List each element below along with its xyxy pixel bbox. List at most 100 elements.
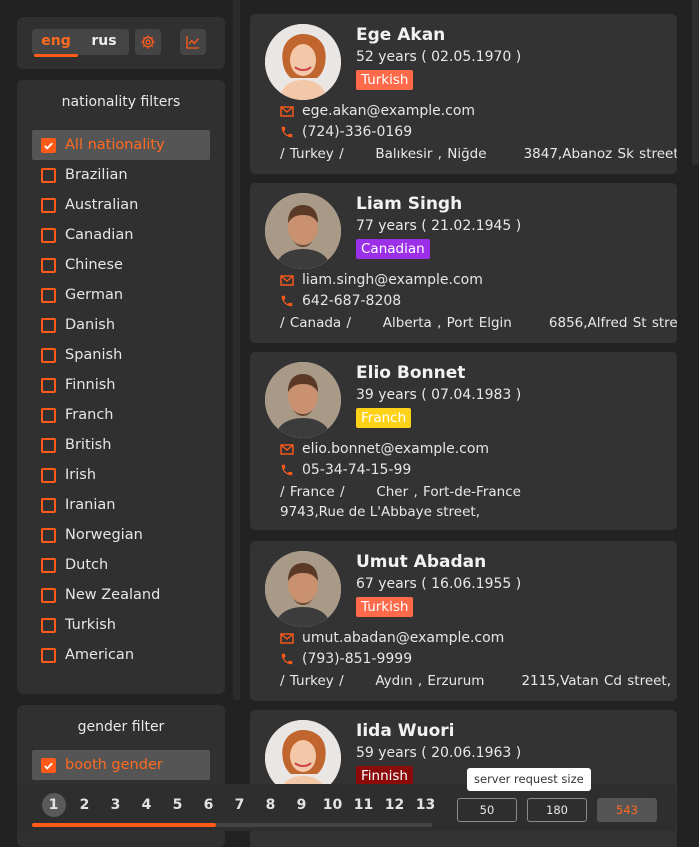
checkbox[interactable]	[41, 167, 56, 183]
lang-eng-button[interactable]: eng	[32, 29, 80, 57]
page-7-button[interactable]: 7	[224, 793, 255, 817]
nationality-badge: Canadian	[356, 239, 430, 259]
nationality-option[interactable]: Turkish	[32, 610, 210, 640]
nationality-option-label: Danish	[65, 317, 116, 333]
user-phone[interactable]: 642-687-8208	[280, 293, 401, 309]
user-phone[interactable]: (724)-336-0169	[280, 124, 412, 140]
page-2-button[interactable]: 2	[69, 793, 100, 817]
nationality-option[interactable]: Canadian	[32, 220, 210, 250]
user-phone[interactable]: (793)-851-9999	[280, 651, 412, 667]
checkbox[interactable]	[41, 617, 56, 633]
page-number: 9	[296, 797, 307, 813]
checkbox[interactable]	[41, 527, 56, 543]
request-size-543-button[interactable]: 543	[597, 798, 657, 822]
gear-icon	[141, 35, 155, 49]
gender-filter-title: gender filter	[77, 719, 165, 735]
user-email[interactable]: liam.singh@example.com	[280, 272, 483, 288]
page-number: 5	[172, 797, 183, 813]
checkbox[interactable]	[41, 257, 56, 273]
language-toggle[interactable]: eng rus	[32, 29, 129, 57]
nationality-option-label: New Zealand	[65, 587, 161, 603]
gender-option[interactable]: booth gender	[32, 750, 210, 780]
page-number: 13	[415, 797, 436, 813]
checkbox[interactable]	[41, 757, 56, 773]
man-avatar-icon	[265, 362, 341, 438]
checkbox[interactable]	[41, 647, 56, 663]
checkbox[interactable]	[41, 407, 56, 423]
nationality-option[interactable]: Spanish	[32, 340, 210, 370]
page-10-button[interactable]: 10	[317, 793, 348, 817]
page-5-button[interactable]: 5	[162, 793, 193, 817]
nationality-option[interactable]: Danish	[32, 310, 210, 340]
checkbox[interactable]	[41, 557, 56, 573]
request-size-tooltip: server request size	[467, 768, 591, 791]
top-controls: eng rus	[17, 17, 225, 69]
nationality-badge: Franch	[356, 408, 412, 428]
checkbox[interactable]	[41, 317, 56, 333]
checkbox[interactable]	[41, 377, 56, 393]
nationality-option[interactable]: Iranian	[32, 490, 210, 520]
page-number: 1	[41, 793, 66, 817]
nationality-option[interactable]: All nationality	[32, 130, 210, 160]
nationality-option[interactable]: American	[32, 640, 210, 670]
page-13-button[interactable]: 13	[410, 793, 441, 817]
checkbox[interactable]	[41, 137, 56, 153]
page-number: 12	[384, 797, 405, 813]
nationality-option-label: British	[65, 437, 112, 453]
nationality-option[interactable]: Chinese	[32, 250, 210, 280]
user-phone[interactable]: 05-34-74-15-99	[280, 462, 411, 478]
page-progress-track	[32, 823, 432, 827]
nationality-option[interactable]: Irish	[32, 460, 210, 490]
settings-button[interactable]	[135, 29, 161, 55]
page-11-button[interactable]: 11	[348, 793, 379, 817]
lang-rus-button[interactable]: rus	[80, 29, 128, 55]
stats-button[interactable]	[180, 29, 206, 55]
request-size-50-button[interactable]: 50	[457, 798, 517, 822]
sidebar-scrollbar[interactable]	[233, 0, 240, 700]
nationality-option[interactable]: Dutch	[32, 550, 210, 580]
page-3-button[interactable]: 3	[100, 793, 131, 817]
user-age: 52 years ( 02.05.1970 )	[356, 49, 522, 65]
user-email[interactable]: umut.abadan@example.com	[280, 630, 504, 646]
checkbox[interactable]	[41, 347, 56, 363]
nationality-option-label: All nationality	[65, 137, 165, 153]
sidebar: eng rus nationality filters All national…	[0, 0, 240, 847]
nationality-option[interactable]: Franch	[32, 400, 210, 430]
checkbox[interactable]	[41, 587, 56, 603]
checkbox[interactable]	[41, 227, 56, 243]
page-number: 8	[265, 797, 276, 813]
checkbox[interactable]	[41, 197, 56, 213]
checkbox[interactable]	[41, 497, 56, 513]
page-number: 2	[79, 797, 90, 813]
page-number: 10	[322, 797, 343, 813]
checkbox[interactable]	[41, 437, 56, 453]
nationality-option-label: Spanish	[65, 347, 123, 363]
page-12-button[interactable]: 12	[379, 793, 410, 817]
nationality-option-label: Chinese	[65, 257, 123, 273]
nationality-option[interactable]: Australian	[32, 190, 210, 220]
request-size-180-button[interactable]: 180	[527, 798, 587, 822]
user-email[interactable]: ege.akan@example.com	[280, 103, 475, 119]
page-number: 6	[203, 797, 214, 813]
page-8-button[interactable]: 8	[255, 793, 286, 817]
nationality-option[interactable]: Finnish	[32, 370, 210, 400]
page-4-button[interactable]: 4	[131, 793, 162, 817]
nationality-option[interactable]: New Zealand	[32, 580, 210, 610]
page-6-button[interactable]: 6	[193, 793, 224, 817]
nationality-option[interactable]: German	[32, 280, 210, 310]
nationality-option[interactable]: Norwegian	[32, 520, 210, 550]
avatar	[265, 551, 341, 627]
nationality-option[interactable]: Brazilian	[32, 160, 210, 190]
checkbox[interactable]	[41, 287, 56, 303]
user-email[interactable]: elio.bonnet@example.com	[280, 441, 489, 457]
user-address-line2: 9743,Rue de L'Abbaye street,	[280, 504, 480, 520]
nationality-option[interactable]: British	[32, 430, 210, 460]
user-age: 59 years ( 20.06.1963 )	[356, 745, 522, 761]
checkbox[interactable]	[41, 467, 56, 483]
page-1-button[interactable]: 1	[38, 793, 69, 817]
page-9-button[interactable]: 9	[286, 793, 317, 817]
content-scrollbar-thumb[interactable]	[692, 0, 699, 165]
mail-icon	[280, 105, 294, 117]
user-name: Liam Singh	[356, 194, 463, 214]
mail-icon	[280, 443, 294, 455]
